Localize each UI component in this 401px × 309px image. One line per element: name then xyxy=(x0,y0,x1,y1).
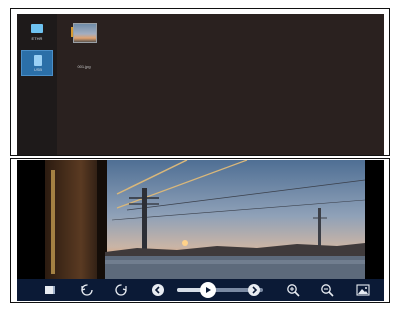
previous-button[interactable] xyxy=(152,284,164,296)
zoom-out-icon xyxy=(321,284,334,297)
rotate-left-icon xyxy=(81,284,93,296)
nav-item-label: ETHR xyxy=(31,36,43,41)
play-button[interactable] xyxy=(200,282,216,298)
file-tile[interactable]: 001.jpg xyxy=(71,23,97,69)
file-browser-panel: ETHR USB 001.jpg xyxy=(17,14,384,155)
image-thumbnail xyxy=(73,23,97,43)
nav-item-ethr[interactable]: ETHR xyxy=(21,20,53,46)
image-info-icon xyxy=(356,284,370,296)
nav-item-usb[interactable]: USB xyxy=(21,50,53,76)
zoom-in-button[interactable] xyxy=(285,282,301,298)
play-icon xyxy=(206,287,211,293)
sunset-photo xyxy=(17,160,384,284)
rotate-left-button[interactable] xyxy=(79,282,95,298)
zoom-in-icon xyxy=(287,284,300,297)
previous-icon xyxy=(154,286,160,294)
rotate-right-icon xyxy=(115,284,127,296)
file-name: 001.jpg xyxy=(77,64,91,69)
next-icon xyxy=(252,286,258,294)
usb-drive-icon xyxy=(34,55,42,66)
next-button[interactable] xyxy=(248,284,260,296)
stop-icon xyxy=(45,286,55,294)
folder-icon xyxy=(31,24,43,33)
source-sidebar: ETHR USB xyxy=(17,14,57,155)
zoom-out-button[interactable] xyxy=(319,282,335,298)
photo-view[interactable] xyxy=(17,160,384,284)
stop-button[interactable] xyxy=(42,282,58,298)
nav-item-label: USB xyxy=(33,67,43,72)
image-info-button[interactable] xyxy=(355,282,371,298)
rotate-right-button[interactable] xyxy=(113,282,129,298)
viewer-toolbar xyxy=(17,279,384,301)
